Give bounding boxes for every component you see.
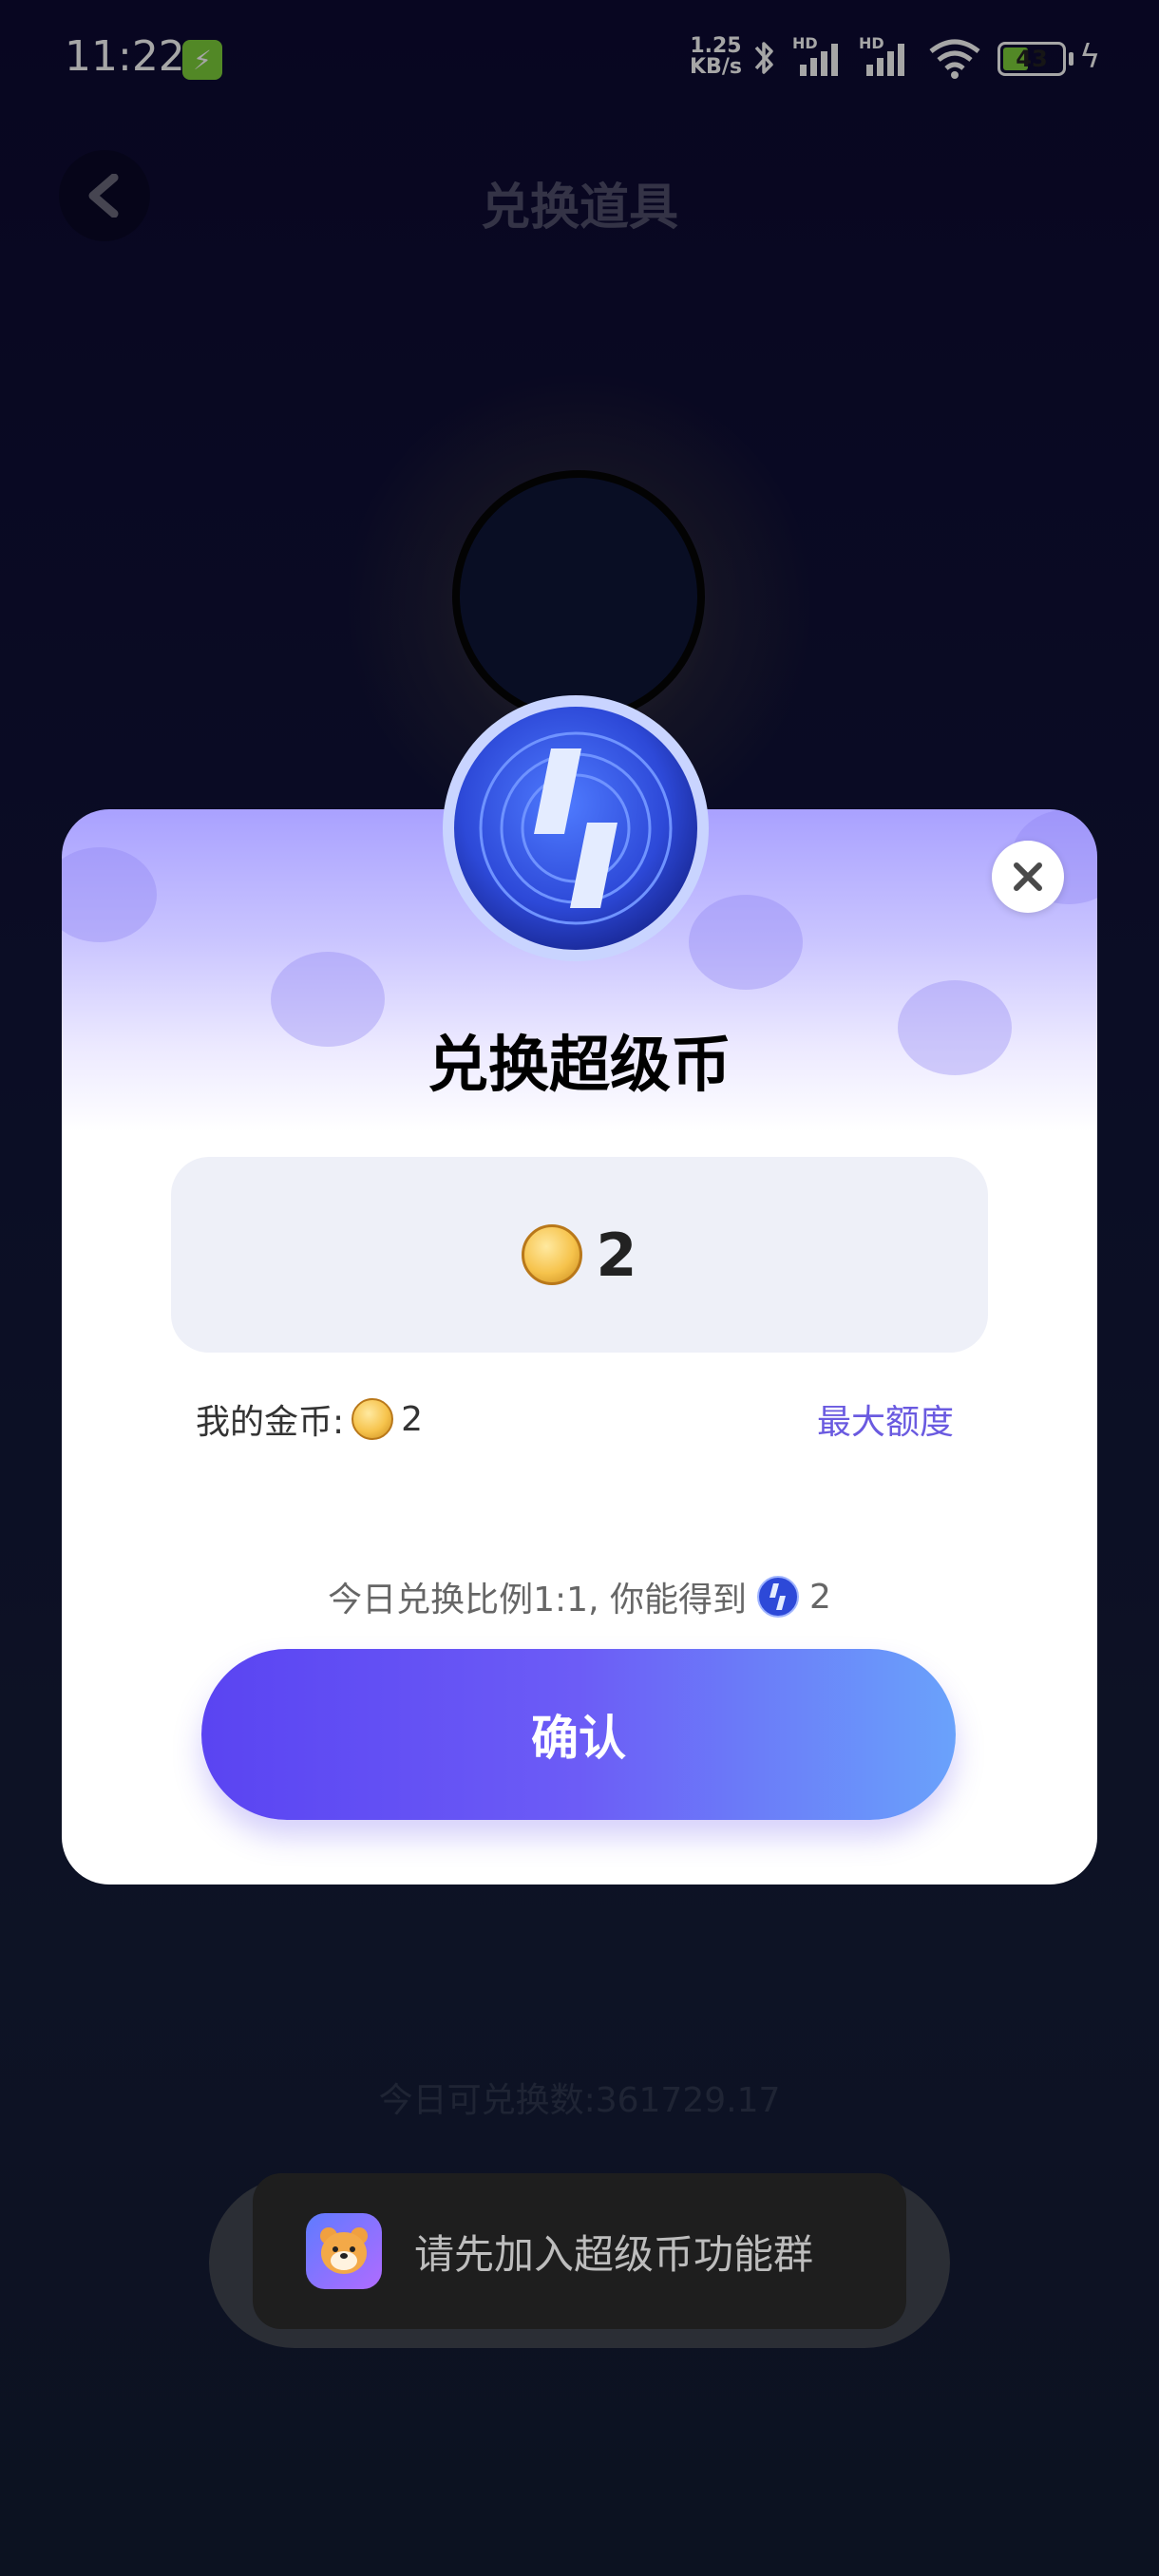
toast: 请先加入超级币功能群	[253, 2173, 906, 2329]
today-exchange-count: 今日可兑换数:361729.17	[378, 2081, 781, 2120]
battery-indicator: 43	[998, 42, 1066, 76]
close-button[interactable]	[992, 841, 1064, 913]
decor-bear-icon	[62, 847, 157, 942]
amount-value: 2	[596, 1220, 637, 1290]
battery-tip	[1069, 52, 1074, 66]
ratio-value: 2	[808, 1577, 831, 1617]
gold-coin-icon	[352, 1398, 394, 1440]
status-bar: 11:22 ⚡ 1.25 KB/s HD HD 43 ϟ	[0, 0, 1159, 119]
bear-app-icon	[306, 2213, 382, 2289]
page-title: 兑换道具	[480, 180, 678, 237]
confirm-button[interactable]: 确认	[201, 1649, 956, 1820]
wifi-icon	[929, 39, 980, 79]
ratio-text: 今日兑换比例1:1, 你能得到	[328, 1581, 747, 1619]
super-coin-icon	[756, 1576, 799, 1618]
my-coins: 我的金币: 2	[196, 1394, 423, 1444]
max-amount-link[interactable]: 最大额度	[817, 1394, 954, 1444]
toast-message: 请先加入超级币功能群	[414, 2230, 814, 2278]
network-speed-value: 1.25	[690, 34, 742, 58]
background-super-coin-icon	[452, 470, 705, 723]
gold-coin-icon	[522, 1224, 583, 1285]
my-coins-value: 2	[401, 1399, 424, 1439]
network-speed: 1.25 KB/s	[690, 36, 742, 78]
exchange-ratio: 今日兑换比例1:1, 你能得到 2	[62, 1572, 1097, 1621]
bluetooth-icon	[754, 42, 773, 74]
super-coin-icon	[443, 695, 709, 961]
charging-icon: ϟ	[1079, 38, 1101, 76]
network-speed-unit: KB/s	[690, 55, 742, 79]
modal-title: 兑换超级币	[428, 1031, 732, 1101]
status-time: 11:22	[65, 32, 185, 81]
signal-icon-2	[866, 44, 904, 76]
signal-icon-1	[800, 44, 838, 76]
my-coins-label: 我的金币:	[196, 1403, 345, 1442]
close-icon	[1014, 862, 1042, 891]
battery-level: 43	[1016, 46, 1048, 72]
amount-input[interactable]: 2	[171, 1157, 988, 1353]
charging-app-icon: ⚡	[182, 40, 222, 80]
